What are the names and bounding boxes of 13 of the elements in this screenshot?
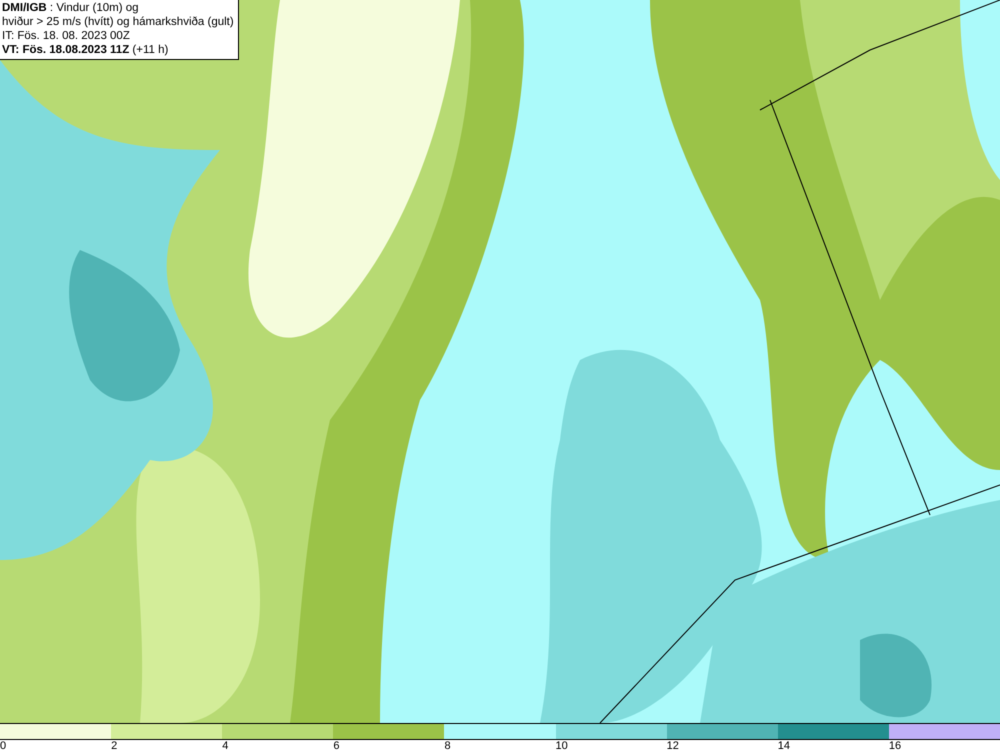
title-line: VT: Fös. 18.08.2023 11Z (+11 h) bbox=[2, 43, 170, 57]
legend-tick-label: 12 bbox=[666, 740, 679, 753]
legend-tick-label: 16 bbox=[888, 740, 902, 753]
title-line: IT: Fös. 18. 08. 2023 00Z bbox=[2, 29, 131, 43]
legend-tick-label: 0 bbox=[0, 740, 6, 753]
legend-tick-label: 2 bbox=[111, 740, 118, 753]
title-line: DMI/IGB : Vindur (10m) og bbox=[2, 1, 140, 15]
legend-tick-label: 6 bbox=[333, 740, 340, 753]
legend-tick-label: 8 bbox=[444, 740, 451, 753]
legend-tick-label: 14 bbox=[778, 740, 790, 753]
legend-tick-label: 10 bbox=[556, 740, 568, 753]
title-line: hviður > 25 m/s (hvítt) og hámarkshviða (gult) bbox=[2, 15, 234, 29]
legend-tick-label: 4 bbox=[222, 740, 228, 753]
